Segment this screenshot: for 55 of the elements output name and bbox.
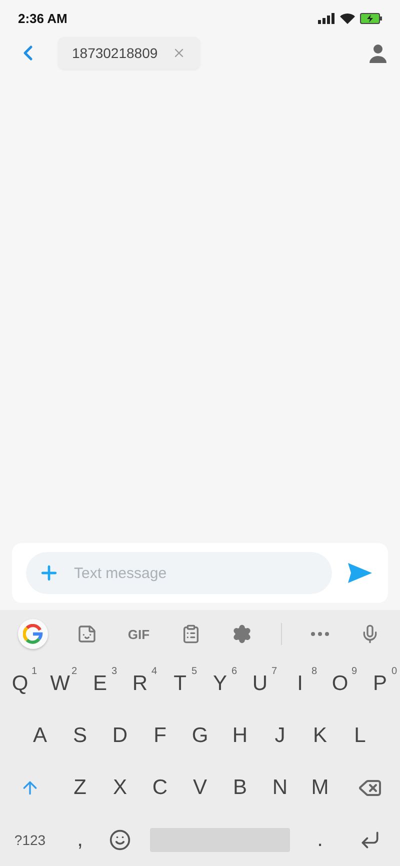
keyboard-key[interactable]: . bbox=[300, 814, 340, 866]
signal-icon bbox=[318, 12, 335, 24]
send-button[interactable] bbox=[346, 561, 374, 585]
keyboard-key[interactable]: D bbox=[100, 710, 140, 762]
wifi-icon bbox=[340, 12, 355, 24]
keyboard-key[interactable]: Z bbox=[60, 762, 100, 814]
more-button[interactable] bbox=[309, 630, 332, 638]
recipient-chip[interactable]: 18730218809 bbox=[58, 37, 200, 69]
keyboard-key[interactable]: T 5 bbox=[160, 658, 200, 710]
keyboard-key[interactable]: F bbox=[140, 710, 180, 762]
key-hint: 6 bbox=[231, 666, 237, 677]
google-logo bbox=[22, 624, 43, 644]
message-field[interactable]: Text message bbox=[26, 552, 332, 594]
clipboard-icon bbox=[180, 624, 201, 644]
key-hint: 1 bbox=[31, 666, 37, 677]
keyboard-key[interactable]: V bbox=[180, 762, 220, 814]
key-hint: 8 bbox=[311, 666, 317, 677]
smiley-icon bbox=[109, 829, 131, 851]
settings-icon bbox=[232, 624, 252, 644]
keyboard-key[interactable]: M bbox=[300, 762, 340, 814]
key-hint: 0 bbox=[391, 666, 397, 677]
enter-icon bbox=[359, 829, 381, 851]
person-icon bbox=[368, 43, 388, 63]
keyboard-key[interactable]: Y 6 bbox=[200, 658, 240, 710]
keyboard-key[interactable]: E 3 bbox=[80, 658, 120, 710]
keyboard-key[interactable]: S bbox=[60, 710, 100, 762]
keyboard-key[interactable]: L bbox=[340, 710, 380, 762]
key-hint: 9 bbox=[351, 666, 357, 677]
keyboard-key[interactable]: I 8 bbox=[280, 658, 320, 710]
sticker-icon bbox=[76, 624, 97, 644]
keyboard-key[interactable]: , bbox=[60, 814, 100, 866]
keyboard-key[interactable]: J bbox=[260, 710, 300, 762]
keyboard-key[interactable]: X bbox=[100, 762, 140, 814]
gif-button[interactable]: GIF bbox=[126, 624, 152, 644]
google-button[interactable] bbox=[18, 619, 48, 649]
keyboard-key[interactable]: G bbox=[180, 710, 220, 762]
keyboard-key[interactable]: N bbox=[260, 762, 300, 814]
key-hint: 5 bbox=[191, 666, 197, 677]
keyboard-key[interactable]: A bbox=[20, 710, 60, 762]
message-input[interactable]: Text message bbox=[72, 564, 320, 582]
key-hint: 3 bbox=[111, 666, 117, 677]
more-icon bbox=[311, 632, 330, 636]
keyboard-key[interactable]: K bbox=[300, 710, 340, 762]
send-icon bbox=[348, 563, 372, 583]
key-hint: 4 bbox=[151, 666, 157, 677]
keyboard-key[interactable]: C bbox=[140, 762, 180, 814]
status-time: 2:36 AM bbox=[18, 10, 68, 26]
keyboard-key[interactable]: H bbox=[220, 710, 260, 762]
symbols-key[interactable]: ?123 bbox=[0, 814, 60, 866]
recipient-number: 18730218809 bbox=[72, 45, 158, 61]
keyboard-key[interactable]: B bbox=[220, 762, 260, 814]
keyboard-key[interactable]: P 0 bbox=[360, 658, 400, 710]
key-hint: 2 bbox=[71, 666, 77, 677]
key-hint: 7 bbox=[271, 666, 277, 677]
battery-charging-icon bbox=[360, 12, 382, 24]
